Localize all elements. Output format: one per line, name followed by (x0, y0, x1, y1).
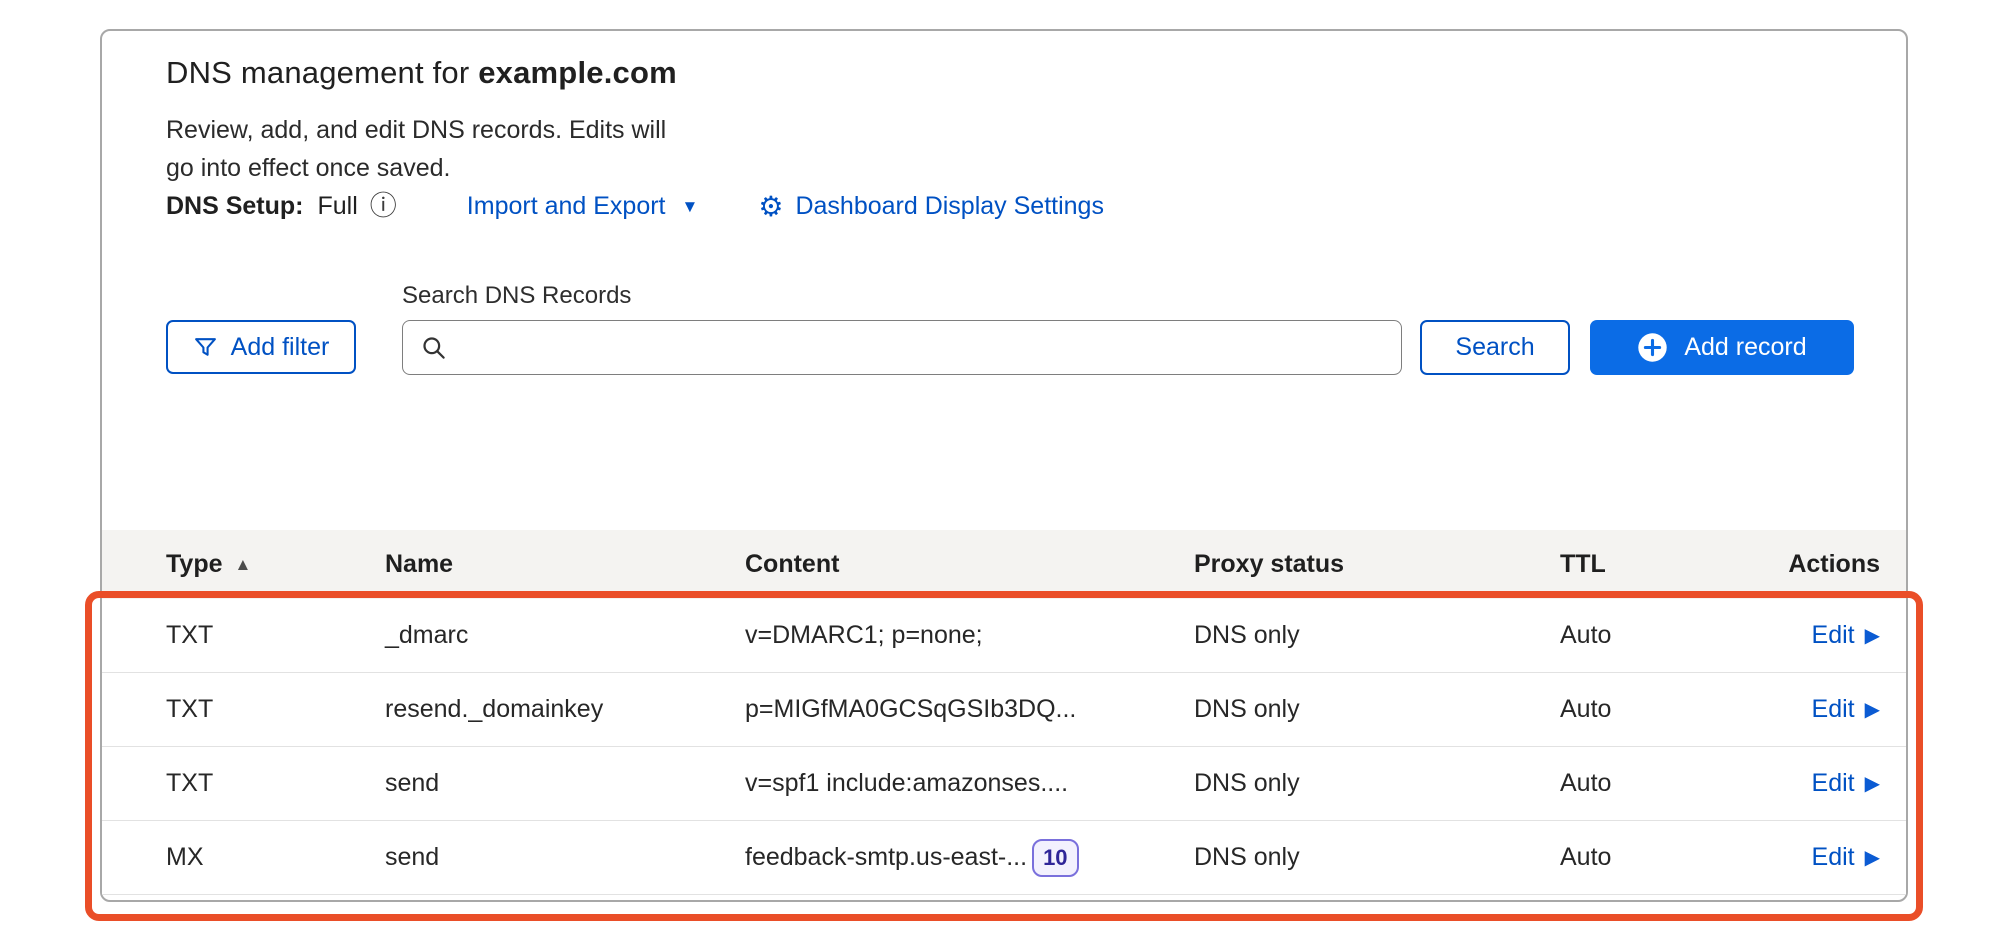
add-filter-label: Add filter (231, 333, 330, 362)
dns-setup-label: DNS Setup: (166, 192, 304, 221)
cell-ttl: Auto (1560, 621, 1761, 650)
cell-ttl: Auto (1560, 769, 1761, 798)
page-subtitle: Review, add, and edit DNS records. Edits… (166, 111, 666, 187)
column-header-name: Name (385, 550, 745, 579)
cell-content-text: v=spf1 include:amazonses.... (745, 769, 1068, 798)
column-header-actions: Actions (1761, 550, 1880, 579)
cell-content-text: v=DMARC1; p=none; (745, 621, 983, 650)
cell-name: send (385, 843, 745, 872)
mx-priority-badge: 10 (1032, 839, 1078, 877)
cell-name: resend._domainkey (385, 695, 745, 724)
cell-proxy-status: DNS only (1194, 695, 1560, 724)
table-header-row: Type ▲ Name Content Proxy status TTL Act… (102, 530, 1906, 599)
cell-type: TXT (166, 695, 385, 724)
table-row: TXT send v=spf1 include:amazonses.... DN… (102, 747, 1906, 821)
cell-name: _dmarc (385, 621, 745, 650)
edit-record-link[interactable]: Edit ▶ (1812, 621, 1880, 650)
add-record-label: Add record (1684, 333, 1806, 362)
search-field-label: Search DNS Records (402, 282, 631, 310)
dns-management-card: DNS management for example.com Review, a… (100, 29, 1908, 902)
search-button-label: Search (1455, 333, 1534, 362)
cell-ttl: Auto (1560, 843, 1761, 872)
add-record-button[interactable]: Add record (1590, 320, 1854, 375)
cell-type: TXT (166, 621, 385, 650)
cell-content: v=DMARC1; p=none; (745, 621, 1194, 650)
dns-setup-value: Full (318, 192, 358, 221)
cell-type: MX (166, 843, 385, 872)
search-input[interactable] (402, 320, 1402, 375)
add-filter-button[interactable]: Add filter (166, 320, 356, 374)
edit-record-link[interactable]: Edit ▶ (1812, 843, 1880, 872)
edit-arrow-icon: ▶ (1865, 774, 1880, 794)
cell-type: TXT (166, 769, 385, 798)
dns-setup-row: DNS Setup: Full ⓘ Import and Export ▼ ⚙ … (166, 192, 1104, 221)
edit-record-link[interactable]: Edit ▶ (1812, 769, 1880, 798)
cell-content-text: feedback-smtp.us-east-... (745, 843, 1027, 872)
domain-name: example.com (478, 55, 677, 90)
cell-ttl: Auto (1560, 695, 1761, 724)
edit-arrow-icon: ▶ (1865, 626, 1880, 646)
edit-label: Edit (1812, 843, 1855, 872)
dashboard-display-settings-label: Dashboard Display Settings (795, 192, 1104, 221)
edit-arrow-icon: ▶ (1865, 848, 1880, 868)
page-title: DNS management for example.com (166, 55, 677, 91)
cell-actions: Edit ▶ (1761, 621, 1880, 650)
subtitle-line-1: Review, add, and edit DNS records. Edits… (166, 111, 666, 149)
cell-proxy-status: DNS only (1194, 843, 1560, 872)
filter-funnel-icon (193, 335, 218, 360)
cell-content: v=spf1 include:amazonses.... (745, 769, 1194, 798)
search-input-wrap (402, 320, 1402, 375)
edit-record-link[interactable]: Edit ▶ (1812, 695, 1880, 724)
cell-content: p=MIGfMA0GCSqGSIb3DQ... (745, 695, 1194, 724)
cell-actions: Edit ▶ (1761, 769, 1880, 798)
import-export-link[interactable]: Import and Export ▼ (467, 192, 699, 221)
column-header-proxy-status: Proxy status (1194, 550, 1560, 579)
search-button[interactable]: Search (1420, 320, 1570, 375)
dns-records-table-body: TXT _dmarc v=DMARC1; p=none; DNS only Au… (102, 599, 1906, 895)
edit-label: Edit (1812, 621, 1855, 650)
import-export-label: Import and Export (467, 192, 666, 221)
cell-actions: Edit ▶ (1761, 843, 1880, 872)
cell-content-text: p=MIGfMA0GCSqGSIb3DQ... (745, 695, 1076, 724)
cell-actions: Edit ▶ (1761, 695, 1880, 724)
column-header-type[interactable]: Type ▲ (166, 550, 385, 579)
table-row: TXT resend._domainkey p=MIGfMA0GCSqGSIb3… (102, 673, 1906, 747)
subtitle-line-2: go into effect once saved. (166, 149, 666, 187)
chevron-down-icon: ▼ (682, 197, 699, 217)
page-title-prefix: DNS management for (166, 55, 478, 90)
cell-proxy-status: DNS only (1194, 769, 1560, 798)
plus-circle-icon (1637, 332, 1668, 363)
dashboard-display-settings-link[interactable]: ⚙ Dashboard Display Settings (758, 192, 1104, 221)
table-row: MX send feedback-smtp.us-east-... 10 DNS… (102, 821, 1906, 895)
edit-label: Edit (1812, 695, 1855, 724)
table-row: TXT _dmarc v=DMARC1; p=none; DNS only Au… (102, 599, 1906, 673)
column-header-type-label: Type (166, 550, 223, 579)
edit-arrow-icon: ▶ (1865, 700, 1880, 720)
sort-ascending-icon: ▲ (235, 555, 252, 575)
cell-name: send (385, 769, 745, 798)
column-header-ttl: TTL (1560, 550, 1761, 579)
cell-proxy-status: DNS only (1194, 621, 1560, 650)
cell-content: feedback-smtp.us-east-... 10 (745, 839, 1194, 877)
column-header-content: Content (745, 550, 1194, 579)
info-icon[interactable]: ⓘ (370, 193, 397, 220)
edit-label: Edit (1812, 769, 1855, 798)
gear-icon: ⚙ (758, 193, 783, 221)
